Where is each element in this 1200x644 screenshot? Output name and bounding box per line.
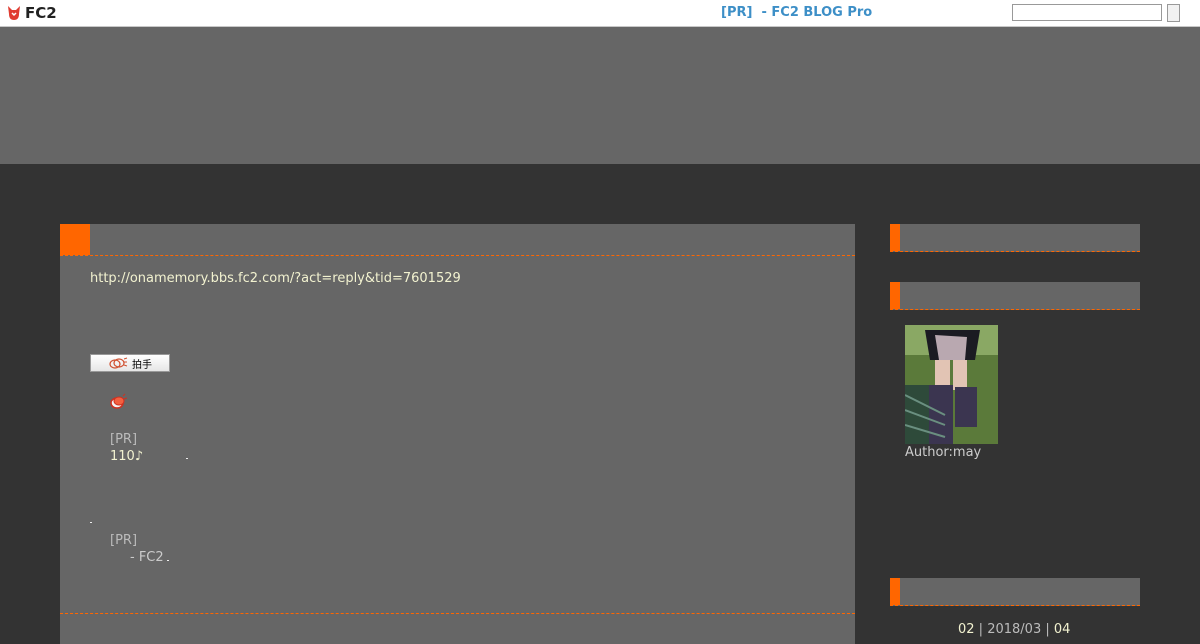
topbar-search-button[interactable] (1167, 4, 1180, 22)
blog-header (0, 27, 1200, 164)
topbar-pr-link[interactable]: [PR] - FC2 BLOG Pro (721, 5, 872, 20)
fc2-topbar: FC2 [PR] - FC2 BLOG Pro (0, 0, 1200, 27)
clap-hands-icon (109, 357, 128, 369)
topbar-search-input[interactable] (1012, 4, 1162, 21)
profile-avatar[interactable] (905, 325, 998, 444)
profile-photo (905, 325, 998, 444)
fc2-fox-icon (8, 6, 20, 20)
entry-title-marker (60, 224, 90, 255)
sidebar-profile-header (890, 282, 1140, 310)
clap-hands-small-icon[interactable] (109, 393, 127, 411)
tracking-dot (167, 560, 169, 561)
pr-link-2[interactable]: - FC2 (130, 550, 164, 565)
clap-button-label: 拍手 (132, 359, 152, 371)
tracking-dot (186, 458, 188, 459)
sidebar-box-header (890, 224, 1140, 252)
entry-bbs-link[interactable]: http://onamemory.bbs.fc2.com/?act=reply&… (90, 271, 461, 286)
fc2-logo-text: FC2 (25, 4, 57, 22)
tracking-dot (90, 522, 92, 523)
blog-entry: http://onamemory.bbs.fc2.com/?act=reply&… (60, 224, 855, 644)
profile-author: Author:may (905, 445, 982, 460)
sidebar-box-marker (890, 578, 900, 605)
sidebar-calendar-header (890, 578, 1140, 606)
entry-footer-divider (60, 613, 855, 614)
fc2-logo[interactable]: FC2 (6, 4, 57, 22)
pr-label-2: [PR] (110, 533, 138, 548)
clap-button[interactable]: 拍手 (90, 354, 170, 372)
sidebar-box-marker (890, 282, 900, 309)
pr-label-1: [PR] (110, 432, 138, 447)
sidebar-box-marker (890, 224, 900, 251)
entry-title-bar (60, 224, 855, 256)
pr-link-1[interactable]: 110♪ (110, 449, 143, 464)
